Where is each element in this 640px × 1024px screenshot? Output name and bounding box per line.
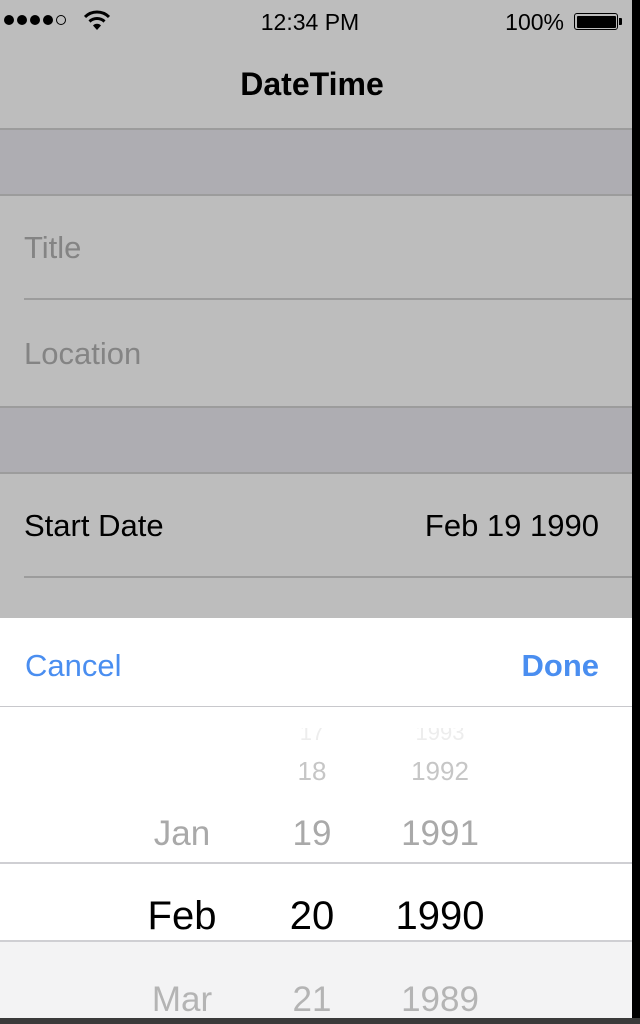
done-button[interactable]: Done bbox=[522, 648, 600, 684]
picker-option-day[interactable]: 19 bbox=[262, 814, 362, 854]
start-date-label: Start Date bbox=[24, 508, 164, 543]
picker-selected-day[interactable]: 20 bbox=[262, 894, 362, 939]
section-header bbox=[0, 408, 632, 472]
battery-icon bbox=[574, 13, 622, 30]
screen: 12:34 PM 100% DateTime Title Location St… bbox=[0, 0, 632, 1018]
picker-option-month[interactable]: Jan bbox=[112, 814, 252, 854]
picker-option-year[interactable]: 1992 bbox=[380, 756, 500, 787]
toolbar-divider bbox=[0, 706, 632, 707]
start-date-row[interactable]: Start Date Feb 19 1990 bbox=[0, 474, 632, 576]
title-placeholder: Title bbox=[24, 230, 82, 265]
selection-bottom-line bbox=[0, 940, 632, 942]
picker-option-month[interactable]: Mar bbox=[112, 980, 252, 1018]
selection-top-line bbox=[0, 862, 632, 864]
battery-percentage: 100% bbox=[505, 9, 564, 35]
page-title: DateTime bbox=[240, 66, 384, 102]
location-placeholder: Location bbox=[24, 336, 142, 371]
title-field[interactable]: Title bbox=[0, 196, 632, 298]
home-indicator-strip bbox=[0, 1018, 640, 1024]
picker-option-day[interactable]: 18 bbox=[262, 756, 362, 787]
section-header bbox=[0, 130, 632, 194]
cancel-button[interactable]: Cancel bbox=[25, 648, 122, 684]
picker-option-year[interactable]: 1989 bbox=[380, 980, 500, 1018]
start-date-value: Feb 19 1990 bbox=[424, 508, 599, 543]
picker-option-year[interactable]: 1993 bbox=[380, 728, 500, 742]
row-divider bbox=[24, 576, 632, 578]
picker-selected-month[interactable]: Feb bbox=[112, 894, 252, 939]
picker-option-day[interactable]: 21 bbox=[262, 980, 362, 1018]
date-picker-sheet: Cancel Done Jan Feb Mar 17 18 19 20 21 1… bbox=[0, 618, 632, 1018]
picker-selected-year[interactable]: 1990 bbox=[380, 894, 500, 939]
picker-option-year[interactable]: 1991 bbox=[380, 814, 500, 854]
status-bar: 12:34 PM 100% bbox=[0, 0, 632, 42]
picker-option-day[interactable]: 17 bbox=[262, 728, 362, 742]
location-field[interactable]: Location bbox=[0, 300, 632, 406]
